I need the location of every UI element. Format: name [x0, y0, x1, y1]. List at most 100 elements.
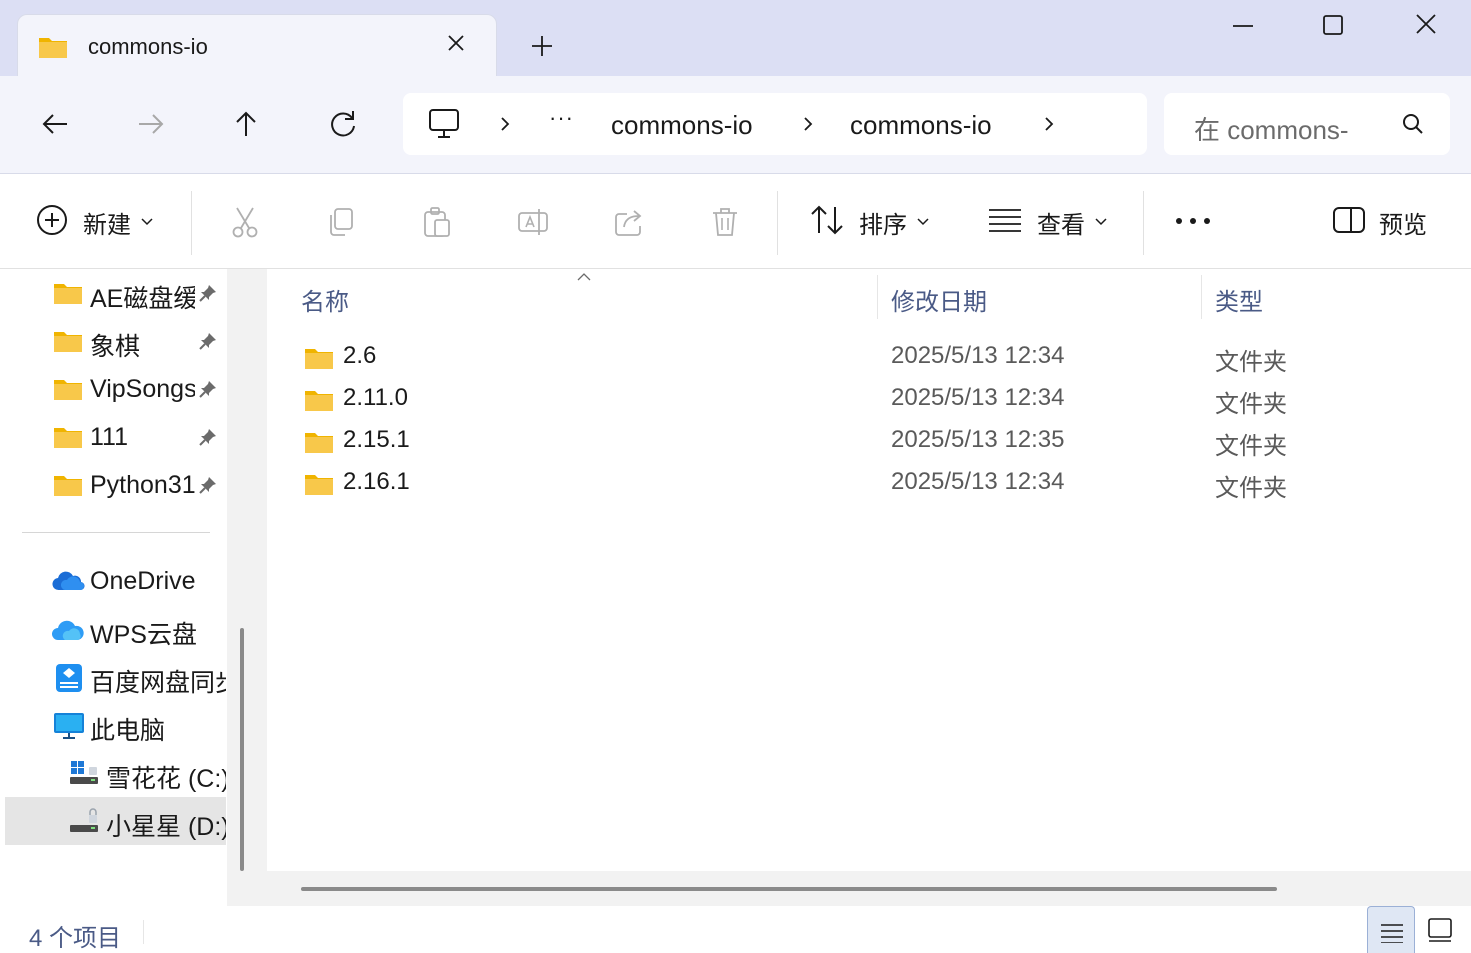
list-lines-icon: [987, 206, 1023, 239]
command-bar: 新建 排序 查看 预览: [0, 175, 1471, 269]
more-options-button[interactable]: [1175, 175, 1211, 269]
close-icon[interactable]: [442, 29, 470, 57]
title-bar: commons-io: [0, 0, 1471, 76]
sidebar-item-vipsongs[interactable]: VipSongs: [5, 365, 226, 413]
sidebar-item-label: AE磁盘缓: [90, 285, 195, 313]
drive-icon: [69, 807, 101, 840]
onedrive-icon: [51, 570, 85, 597]
refresh-icon[interactable]: [323, 104, 363, 144]
breadcrumb-item[interactable]: commons-io: [850, 110, 992, 141]
search-icon[interactable]: [1400, 111, 1426, 142]
folder-icon: [53, 329, 83, 358]
sidebar-item-baidu-netdisk[interactable]: 百度网盘同步: [5, 653, 226, 701]
close-window-icon[interactable]: [1406, 10, 1446, 42]
view-button[interactable]: 查看: [987, 175, 1107, 269]
sidebar-item-label: 雪花花 (C:): [106, 765, 226, 793]
tab-commons-io[interactable]: commons-io: [17, 14, 497, 76]
sidebar-item-label: 象棋: [90, 333, 141, 361]
baidu-netdisk-icon: [55, 663, 83, 698]
sidebar-item-this-pc[interactable]: 此电脑: [5, 701, 226, 749]
file-name: 2.15.1: [343, 426, 410, 453]
sidebar-item-label: VipSongs: [90, 375, 195, 403]
folder-icon: [38, 35, 68, 64]
search-placeholder[interactable]: 在 commons-: [1194, 110, 1374, 147]
breadcrumb-item[interactable]: commons-io: [611, 110, 753, 141]
table-row[interactable]: 2.11.0 2025/5/13 12:34 文件夹: [267, 376, 1471, 418]
sidebar-item-ae-cache[interactable]: AE磁盘缓: [5, 269, 226, 317]
sidebar-item-label: 百度网盘同步: [90, 669, 226, 697]
file-type: 文件夹: [1215, 349, 1287, 376]
sidebar-scrollbar[interactable]: [227, 269, 262, 906]
file-name: 2.11.0: [343, 384, 408, 411]
folder-icon: [53, 377, 83, 406]
sidebar-item-wps-cloud[interactable]: WPS云盘: [5, 605, 226, 653]
sort-button[interactable]: 排序: [809, 175, 929, 269]
sidebar-item-onedrive[interactable]: OneDrive: [5, 557, 226, 605]
column-divider[interactable]: [1201, 275, 1202, 319]
delete-icon[interactable]: [709, 206, 741, 238]
sidebar-item-label: 小星星 (D:): [106, 813, 226, 841]
sidebar-item-drive-c[interactable]: 雪花花 (C:): [5, 749, 226, 797]
address-bar[interactable]: ··· commons-io commons-io: [403, 93, 1147, 155]
preview-button[interactable]: 预览: [1333, 175, 1427, 269]
sidebar-item-drive-d[interactable]: 小星星 (D:): [5, 797, 226, 845]
more-icon: [1175, 213, 1211, 231]
sidebar-item-python311[interactable]: Python31: [5, 461, 226, 509]
chevron-right-icon[interactable]: [495, 113, 515, 135]
navigation-pane: AE磁盘缓 象棋 VipSongs 111 Python31 OneDrive …: [0, 269, 262, 906]
copy-icon[interactable]: [325, 206, 357, 238]
horizontal-scrollbar-thumb[interactable]: [301, 887, 1277, 891]
sidebar-item-chess[interactable]: 象棋: [5, 317, 226, 365]
rename-icon[interactable]: [517, 206, 549, 238]
column-header-type[interactable]: 类型: [1215, 282, 1263, 317]
tiles-view-button[interactable]: [1416, 906, 1464, 953]
forward-arrow-icon[interactable]: [131, 104, 171, 144]
pin-icon: [198, 379, 218, 404]
sidebar-scrollbar-thumb[interactable]: [240, 628, 244, 871]
chevron-right-icon[interactable]: [1039, 113, 1059, 135]
tiles-view-icon: [1428, 918, 1452, 947]
column-header-date[interactable]: 修改日期: [891, 282, 987, 317]
file-date: 2025/5/13 12:35: [891, 426, 1065, 453]
file-name: 2.16.1: [343, 468, 410, 495]
sidebar-item-111[interactable]: 111: [5, 413, 226, 461]
details-view-icon: [1380, 923, 1404, 948]
address-overflow[interactable]: ···: [549, 105, 574, 131]
back-arrow-icon[interactable]: [35, 104, 75, 144]
table-row[interactable]: 2.6 2025/5/13 12:34 文件夹: [267, 334, 1471, 376]
column-header-name[interactable]: 名称: [301, 282, 349, 317]
chevron-down-icon: [141, 213, 153, 231]
table-row[interactable]: 2.16.1 2025/5/13 12:34 文件夹: [267, 460, 1471, 502]
toolbar-divider: [191, 191, 192, 255]
new-label: 新建: [83, 211, 131, 239]
table-row[interactable]: 2.15.1 2025/5/13 12:35 文件夹: [267, 418, 1471, 460]
new-button[interactable]: 新建: [35, 175, 153, 269]
sidebar-item-label: 111: [90, 423, 129, 451]
folder-icon: [53, 425, 83, 454]
sidebar-item-label: Python31: [90, 471, 195, 499]
plus-icon[interactable]: [526, 30, 558, 62]
file-type: 文件夹: [1215, 475, 1287, 502]
tab-title: commons-io: [88, 34, 208, 59]
up-arrow-icon[interactable]: [226, 104, 266, 144]
share-icon[interactable]: [613, 206, 645, 238]
sort-label: 排序: [859, 211, 907, 239]
cut-icon[interactable]: [229, 206, 261, 238]
maximize-icon[interactable]: [1313, 10, 1353, 42]
column-divider[interactable]: [877, 275, 878, 319]
pin-icon: [198, 427, 218, 452]
file-type: 文件夹: [1215, 433, 1287, 460]
minimize-icon[interactable]: [1223, 10, 1263, 42]
search-box[interactable]: 在 commons-: [1164, 93, 1450, 155]
paste-icon[interactable]: [421, 206, 453, 238]
details-view-button[interactable]: [1367, 906, 1415, 953]
plus-circle-icon: [35, 203, 69, 242]
chevron-right-icon[interactable]: [798, 113, 818, 135]
file-name: 2.6: [343, 342, 377, 369]
folder-icon: [304, 346, 334, 375]
sidebar-divider: [22, 532, 210, 533]
folder-icon: [304, 430, 334, 459]
folder-icon: [53, 281, 83, 310]
folder-icon: [304, 388, 334, 417]
monitor-icon[interactable]: [427, 107, 461, 146]
